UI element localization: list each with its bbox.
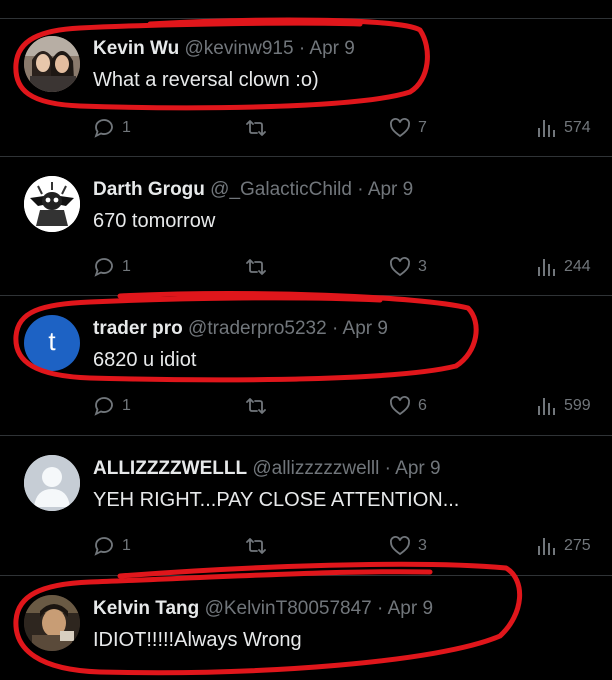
- reply-button[interactable]: 1: [92, 255, 131, 279]
- heart-icon: [390, 536, 410, 556]
- like-button[interactable]: 3: [388, 534, 427, 558]
- separator-dot: ·: [357, 179, 364, 200]
- reply-count: 1: [122, 119, 131, 136]
- tweet-text: IDIOT!!!!!Always Wrong: [93, 629, 302, 651]
- display-name[interactable]: trader pro: [93, 318, 183, 339]
- retweet-icon: [246, 259, 266, 275]
- display-name[interactable]: Kelvin Tang: [93, 598, 199, 619]
- reply-icon: [94, 119, 113, 138]
- tweet[interactable]: Kelvin Tang @KelvinT80057847 · Apr 9 IDI…: [0, 576, 612, 680]
- display-name[interactable]: ALLIZZZZWELLL: [93, 458, 247, 479]
- reply-button[interactable]: 1: [92, 116, 131, 140]
- action-bar: 1 7 574: [0, 116, 612, 140]
- tweet-text: 670 tomorrow: [93, 210, 216, 232]
- tweet-header: ALLIZZZZWELLL @allizzzzzwelll · Apr 9: [93, 458, 441, 480]
- reply-button[interactable]: 1: [92, 534, 131, 558]
- tweet[interactable]: Kevin Wu @kevinw915 · Apr 9 What a rever…: [0, 19, 612, 157]
- views-count: 574: [564, 119, 591, 136]
- tweet-header: Darth Grogu @_GalacticChild · Apr 9: [93, 179, 413, 201]
- separator-dot: ·: [384, 458, 391, 479]
- avatar[interactable]: [24, 36, 80, 92]
- like-button[interactable]: 7: [388, 116, 427, 140]
- tweet-date[interactable]: Apr 9: [309, 38, 354, 59]
- tweet-header: Kelvin Tang @KelvinT80057847 · Apr 9: [93, 598, 433, 620]
- avatar[interactable]: [24, 455, 80, 511]
- reply-count: 1: [122, 258, 131, 275]
- retweet-button[interactable]: [244, 255, 268, 279]
- user-handle[interactable]: @kevinw915: [185, 38, 294, 59]
- avatar[interactable]: t: [24, 315, 80, 371]
- user-handle[interactable]: @traderpro5232: [188, 318, 327, 339]
- views-button[interactable]: 574: [536, 116, 591, 140]
- views-chart-icon: [538, 120, 555, 137]
- avatar[interactable]: [24, 176, 80, 232]
- retweet-icon: [246, 398, 266, 414]
- reply-count: 1: [122, 537, 131, 554]
- separator-dot: ·: [298, 38, 306, 59]
- reply-icon: [94, 258, 113, 277]
- like-count: 3: [418, 258, 427, 275]
- tweet-date[interactable]: Apr 9: [388, 598, 433, 619]
- retweet-button[interactable]: [244, 116, 268, 140]
- user-handle[interactable]: @allizzzzzwelll: [252, 458, 379, 479]
- like-button[interactable]: 3: [388, 255, 427, 279]
- retweet-button[interactable]: [244, 394, 268, 418]
- views-chart-icon: [538, 398, 555, 415]
- action-bar: 1 6 599: [0, 394, 612, 418]
- tweet-text: What a reversal clown :o): [93, 69, 319, 91]
- tweet[interactable]: ALLIZZZZWELLL @allizzzzzwelll · Apr 9 YE…: [0, 436, 612, 576]
- tweet-header: Kevin Wu @kevinw915 · Apr 9: [93, 38, 355, 60]
- retweet-icon: [246, 120, 266, 136]
- avatar[interactable]: [24, 595, 80, 651]
- views-count: 244: [564, 258, 591, 275]
- tweet-text: 6820 u idiot: [93, 349, 197, 371]
- reply-icon: [94, 397, 113, 416]
- views-count: 599: [564, 397, 591, 414]
- display-name[interactable]: Kevin Wu: [93, 38, 179, 59]
- views-chart-icon: [538, 259, 555, 276]
- tweet-header: trader pro @traderpro5232 · Apr 9: [93, 318, 388, 340]
- user-handle[interactable]: @_GalacticChild: [210, 179, 352, 200]
- tweet[interactable]: Darth Grogu @_GalacticChild · Apr 9 670 …: [0, 157, 612, 296]
- reply-icon: [94, 537, 113, 556]
- separator-dot: ·: [377, 598, 384, 619]
- reply-count: 1: [122, 397, 131, 414]
- reply-button[interactable]: 1: [92, 394, 131, 418]
- tweet-date[interactable]: Apr 9: [343, 318, 388, 339]
- heart-icon: [390, 118, 410, 138]
- views-button[interactable]: 275: [536, 534, 591, 558]
- tweet[interactable]: t trader pro @traderpro5232 · Apr 9 6820…: [0, 296, 612, 436]
- action-bar: 1 3 244: [0, 255, 612, 279]
- like-count: 3: [418, 537, 427, 554]
- retweet-button[interactable]: [244, 534, 268, 558]
- like-button[interactable]: 6: [388, 394, 427, 418]
- heart-icon: [390, 396, 410, 416]
- like-count: 6: [418, 397, 427, 414]
- heart-icon: [390, 257, 410, 277]
- display-name[interactable]: Darth Grogu: [93, 179, 205, 200]
- retweet-icon: [246, 538, 266, 554]
- views-chart-icon: [538, 538, 555, 555]
- user-handle[interactable]: @KelvinT80057847: [205, 598, 372, 619]
- separator-dot: ·: [331, 318, 339, 339]
- views-count: 275: [564, 537, 591, 554]
- tweet-text: YEH RIGHT...PAY CLOSE ATTENTION...: [93, 489, 460, 511]
- views-button[interactable]: 599: [536, 394, 591, 418]
- tweet-date[interactable]: Apr 9: [368, 179, 413, 200]
- like-count: 7: [418, 119, 427, 136]
- tweet-date[interactable]: Apr 9: [395, 458, 440, 479]
- action-bar: 1 3 275: [0, 534, 612, 558]
- views-button[interactable]: 244: [536, 255, 591, 279]
- avatar-letter: t: [48, 326, 56, 356]
- default-avatar-icon: [24, 455, 80, 511]
